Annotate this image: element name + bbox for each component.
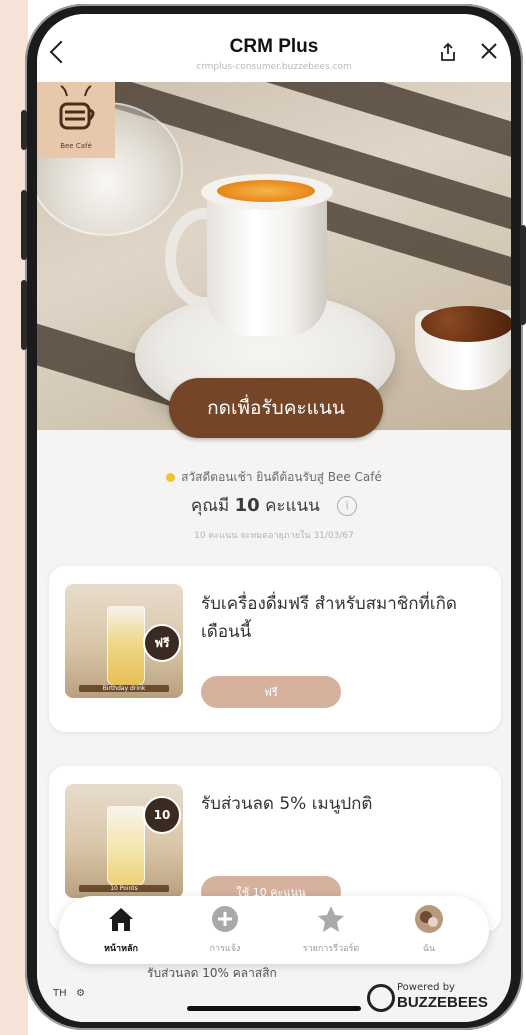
powered-by-label: Powered by <box>397 982 455 993</box>
profile-avatar-icon <box>415 905 443 933</box>
phone-screen: CRM Plus crmplus-consumer.buzzebees.com <box>37 14 511 1022</box>
thumbnail-label: 10 Points <box>79 885 169 892</box>
page-url: crmplus-consumer.buzzebees.com <box>196 62 352 72</box>
phone-power-button <box>520 225 526 325</box>
nav-item-home[interactable]: หน้าหลัก <box>73 904 169 955</box>
bottom-nav: หน้าหลัก การแจ้ง รายการรีวอร์ด ฉัน <box>59 896 489 964</box>
home-indicator <box>187 1006 361 1011</box>
collect-points-button[interactable]: กดเพื่อรับคะแนน <box>169 378 383 438</box>
buzzebees-logo-icon <box>367 984 395 1012</box>
points-expire-note: 10 คะแนน จะหมดอายุภายใน 31/03/67 <box>194 531 354 541</box>
info-icon[interactable]: i <box>337 496 358 516</box>
star-icon <box>318 906 344 932</box>
thumbnail-label: Birthday drink <box>79 685 169 692</box>
reward-title: รับส่วนลด 5% เมนูปกติ <box>201 794 373 814</box>
nav-item-notify[interactable]: การแจ้ง <box>177 904 273 955</box>
points-value: 10 <box>234 495 260 516</box>
browser-header: CRM Plus crmplus-consumer.buzzebees.com <box>37 14 511 83</box>
points-prefix: คุณมี <box>190 496 230 516</box>
points-summary: คุณมี 10 คะแนน i <box>37 492 511 519</box>
partial-reward-title: รับส่วนลด 10% คลาสสิก <box>147 966 277 980</box>
close-icon[interactable] <box>480 42 498 60</box>
language-label: TH <box>53 988 67 999</box>
nav-item-profile[interactable]: ฉัน <box>381 904 477 955</box>
sun-icon <box>166 473 176 482</box>
phone-side-button <box>21 110 27 150</box>
logo-label: Bee Café <box>60 142 92 150</box>
nav-label: รายการรีวอร์ด <box>302 944 360 954</box>
brand-label: BUZZEBEES <box>397 994 488 1011</box>
reward-thumbnail: ฟรี Birthday drink <box>65 584 183 698</box>
phone-side-button <box>21 190 27 260</box>
language-selector[interactable]: TH ⚙ <box>53 988 85 999</box>
coffee-beans-image <box>421 306 511 342</box>
nav-label: การแจ้ง <box>209 944 241 954</box>
drink-image <box>107 606 145 686</box>
drink-image <box>107 806 145 886</box>
home-icon <box>109 908 133 931</box>
greeting-label: สวัสดีตอนเช้า ยินดีต้อนรับสู่ Bee Café <box>181 470 382 484</box>
reward-card[interactable]: ฟรี Birthday drink รับเครื่องดื่มฟรี สำห… <box>49 566 501 732</box>
cup-logo-icon <box>59 85 95 130</box>
share-icon[interactable] <box>439 42 457 62</box>
reward-thumbnail: 10 10 Points <box>65 784 183 898</box>
phone-side-button <box>21 280 27 350</box>
nav-label: ฉัน <box>422 944 436 954</box>
reward-badge: 10 <box>143 796 181 834</box>
coffee-surface <box>217 180 315 202</box>
bee-cafe-logo: Bee Café <box>37 82 115 158</box>
powered-by-badge: Powered by BUZZEBEES <box>367 980 507 1012</box>
plus-circle-icon <box>212 906 238 932</box>
redeem-button[interactable]: ฟรี <box>201 676 341 708</box>
nav-label: หน้าหลัก <box>103 944 139 954</box>
reward-title: รับเครื่องดื่มฟรี สำหรับสมาชิกที่เกิดเดื… <box>201 594 457 642</box>
nav-item-rewards[interactable]: รายการรีวอร์ด <box>283 904 379 955</box>
points-suffix: คะแนน <box>265 496 320 516</box>
greeting-text: สวัสดีตอนเช้า ยินดีต้อนรับสู่ Bee Café <box>37 468 511 487</box>
reward-badge: ฟรี <box>143 624 181 662</box>
